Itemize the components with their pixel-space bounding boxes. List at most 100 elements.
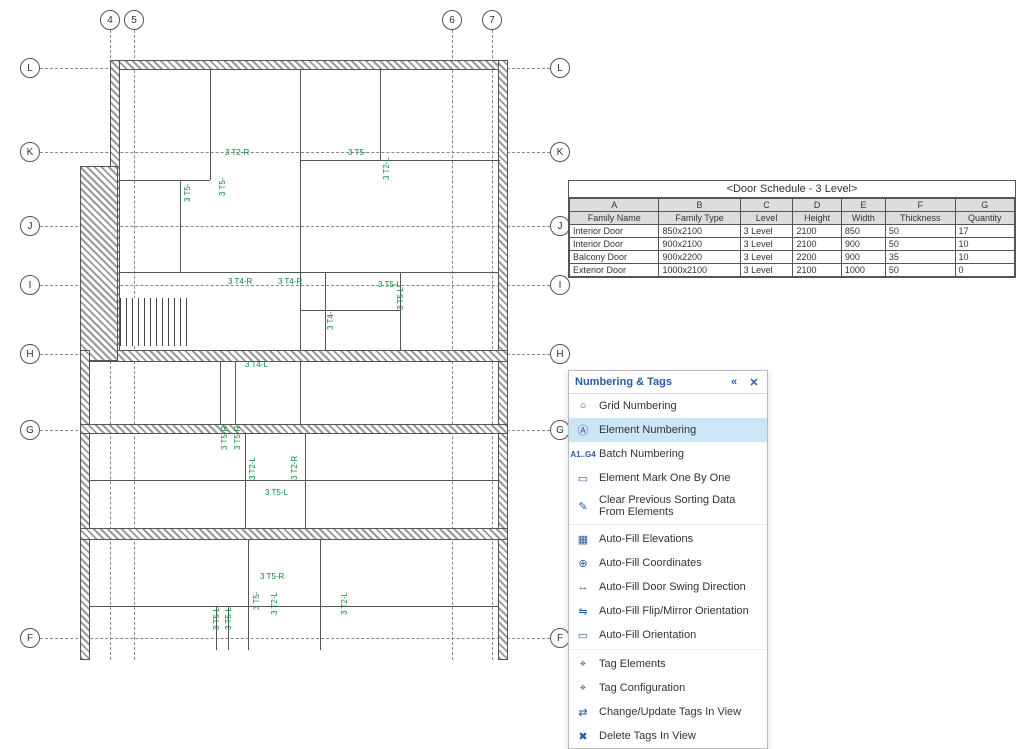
table-row[interactable]: Exterior Door1000x21003 Level21001000500: [570, 264, 1015, 277]
panel-item-auto-fill-elevations[interactable]: ▦Auto-Fill Elevations: [569, 527, 767, 551]
grid-bubble-5: 5: [124, 10, 144, 30]
schedule-cell: 2100: [793, 264, 841, 277]
panel-item-label: Auto-Fill Coordinates: [599, 557, 702, 569]
schedule-header: Family Name: [570, 212, 659, 225]
door-tag: 3 T5-R: [233, 426, 242, 450]
schedule-col-letter: B: [659, 199, 740, 212]
numbering-tags-panel: Numbering & Tags « ✕ ○Grid NumberingⒶEle…: [568, 370, 768, 749]
schedule-header: Width: [841, 212, 885, 225]
panel-item-icon: ⊕: [575, 555, 591, 571]
door-tag: 3 T5-L: [396, 287, 405, 310]
door-tag: 3 T4-R: [228, 277, 252, 286]
schedule-cell: Interior Door: [570, 225, 659, 238]
panel-item-label: Clear Previous Sorting Data From Element…: [599, 494, 761, 518]
grid-line: [492, 30, 493, 660]
door-tag: 3 T5-R: [260, 572, 284, 581]
schedule-header: Level: [740, 212, 793, 225]
panel-item-auto-fill-coordinates[interactable]: ⊕ Auto-Fill Coordinates: [569, 551, 767, 575]
door-tag: 3 T5-L: [224, 607, 233, 630]
panel-item-batch-numbering[interactable]: A1..G4Batch Numbering: [569, 442, 767, 466]
panel-item-label: Auto-Fill Door Swing Direction: [599, 581, 746, 593]
panel-item-delete-tags-in-view[interactable]: ✖Delete Tags In View: [569, 724, 767, 748]
panel-item-label: Tag Configuration: [599, 682, 685, 694]
schedule-col-letter: G: [955, 199, 1014, 212]
collapse-icon[interactable]: «: [727, 375, 741, 389]
door-tag: 3 T4-L: [245, 360, 268, 369]
door-schedule: <Door Schedule - 3 Level> ABCDEFG Family…: [568, 180, 1016, 278]
wall: [300, 160, 500, 161]
panel-item-element-mark-one-by-one[interactable]: ▭Element Mark One By One: [569, 466, 767, 490]
door-tag: 3 T5-R: [220, 426, 229, 450]
schedule-cell: 900: [841, 251, 885, 264]
wall: [90, 480, 498, 481]
schedule-cell: 10: [955, 238, 1014, 251]
grid-bubble-K-r: K: [550, 142, 570, 162]
schedule-cell: 0: [955, 264, 1014, 277]
door-tag: 3 T5-L: [265, 488, 288, 497]
panel-item-icon: ⌖: [575, 656, 591, 672]
table-row[interactable]: Interior Door900x21003 Level21009005010: [570, 238, 1015, 251]
close-icon[interactable]: ✕: [747, 375, 761, 389]
grid-bubble-7: 7: [482, 10, 502, 30]
panel-item-tag-configuration[interactable]: ⌖Tag Configuration: [569, 676, 767, 700]
panel-item-tag-elements[interactable]: ⌖Tag Elements: [569, 652, 767, 676]
schedule-cell: 2100: [793, 238, 841, 251]
table-row[interactable]: Interior Door850x21003 Level21008505017: [570, 225, 1015, 238]
wall: [90, 606, 498, 607]
schedule-header: Height: [793, 212, 841, 225]
panel-item-auto-fill-orientation[interactable]: ▭ Auto-Fill Orientation: [569, 623, 767, 647]
schedule-header: Quantity: [955, 212, 1014, 225]
schedule-cell: 900: [841, 238, 885, 251]
panel-item-label: Auto-Fill Flip/Mirror Orientation: [599, 605, 749, 617]
schedule-table: ABCDEFG Family NameFamily TypeLevelHeigh…: [569, 198, 1015, 277]
schedule-cell: 50: [885, 264, 955, 277]
schedule-cell: 1000: [841, 264, 885, 277]
door-tag: 3 T2-R: [290, 456, 299, 480]
wall: [300, 362, 301, 424]
schedule-cell: 900x2200: [659, 251, 740, 264]
panel-item-icon: A1..G4: [575, 446, 591, 462]
grid-bubble-L-r: L: [550, 58, 570, 78]
panel-item-icon: ○: [575, 398, 591, 414]
table-row[interactable]: Balcony Door900x22003 Level22009003510: [570, 251, 1015, 264]
wall: [245, 434, 246, 528]
door-tag: 3 T4-: [326, 311, 335, 330]
panel-item-icon: ▭: [575, 627, 591, 643]
panel-item-element-numbering[interactable]: ⒶElement Numbering: [569, 418, 767, 442]
panel-item-icon: ⇋: [575, 603, 591, 619]
panel-item-label: Auto-Fill Orientation: [599, 629, 696, 641]
wall: [235, 362, 236, 424]
schedule-cell: 2100: [793, 225, 841, 238]
panel-item-auto-fill-flip-mirror-orientation[interactable]: ⇋ Auto-Fill Flip/Mirror Orientation: [569, 599, 767, 623]
panel-item-icon: ↔: [575, 579, 591, 595]
schedule-cell: 50: [885, 238, 955, 251]
door-tag: 3 T4-R: [278, 277, 302, 286]
schedule-cell: Balcony Door: [570, 251, 659, 264]
panel-item-clear-previous-sorting-data-from-elements[interactable]: ✎Clear Previous Sorting Data From Elemen…: [569, 490, 767, 522]
grid-line: [452, 30, 453, 660]
door-tag: 3 T5-: [218, 177, 227, 196]
schedule-col-letter: F: [885, 199, 955, 212]
door-tag: 3 T5-: [348, 148, 367, 157]
schedule-cell: 50: [885, 225, 955, 238]
panel-item-icon: ▭: [575, 470, 591, 486]
schedule-cell: 850x2100: [659, 225, 740, 238]
grid-bubble-6: 6: [442, 10, 462, 30]
wall: [305, 434, 306, 528]
floor-plan-view[interactable]: 4567 LKJIHGF LKJIHGF 3 T2-R3 T5-3 T2-L3 …: [20, 10, 580, 650]
wall: [120, 272, 498, 273]
grid-bubble-H: H: [20, 344, 40, 364]
schedule-header: Thickness: [885, 212, 955, 225]
door-tag: 3 T5-: [183, 183, 192, 202]
grid-bubble-I: I: [20, 275, 40, 295]
schedule-cell: 10: [955, 251, 1014, 264]
grid-bubble-K: K: [20, 142, 40, 162]
schedule-cell: 2200: [793, 251, 841, 264]
grid-bubble-F-r: F: [550, 628, 570, 648]
wall: [300, 310, 400, 311]
panel-item-grid-numbering[interactable]: ○Grid Numbering: [569, 394, 767, 418]
schedule-header: Family Type: [659, 212, 740, 225]
panel-item-change-update-tags-in-view[interactable]: ⇄Change/Update Tags In View: [569, 700, 767, 724]
door-tag: 3 T2-L: [340, 592, 349, 615]
panel-item-auto-fill-door-swing-direction[interactable]: ↔ Auto-Fill Door Swing Direction: [569, 575, 767, 599]
